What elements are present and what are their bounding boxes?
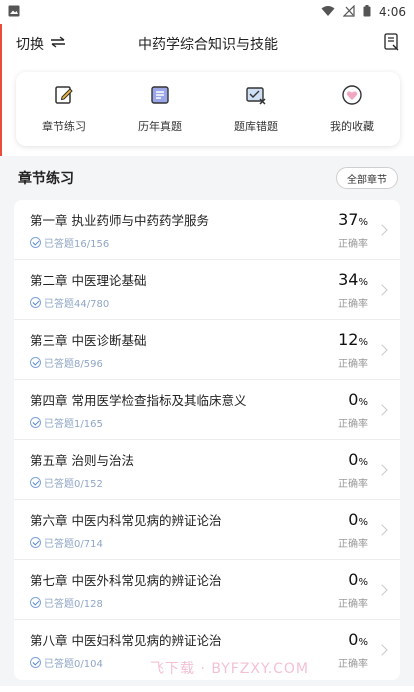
no-signal-icon <box>342 4 355 20</box>
chapter-title: 第七章 中医外科常见病的辨证论治 <box>30 572 222 588</box>
edit-note-icon <box>53 84 75 110</box>
chapter-row[interactable]: 第七章 中医外科常见病的辨证论治 已答题0/128 0% 正确率 <box>14 560 400 620</box>
chapter-title: 第四章 常用医学检查指标及其临床意义 <box>30 392 247 408</box>
answered-count: 已答题44/780 <box>44 298 110 310</box>
accuracy-label: 正确率 <box>338 659 368 670</box>
quick-action-chapter-practice[interactable]: 章节练习 <box>19 84 109 134</box>
quick-actions-card: 章节练习 历年真题 题库错题 我的收藏 <box>16 72 400 146</box>
clock: 4:06 <box>379 5 406 19</box>
chapter-row[interactable]: 第五章 治则与治法 已答题0/152 0% 正确率 <box>14 440 400 500</box>
quick-action-favorites[interactable]: 我的收藏 <box>307 84 397 134</box>
switch-label: 切换 <box>16 37 44 53</box>
answered-count: 已答题1/165 <box>44 418 103 430</box>
chapter-row[interactable]: 第三章 中医诊断基础 已答题8/596 12% 正确率 <box>14 320 400 380</box>
status-bar: 4:06 <box>0 0 414 24</box>
chevron-right-icon <box>376 583 388 596</box>
quick-action-label: 题库错题 <box>234 120 278 133</box>
accuracy-percent: 0% <box>348 389 368 409</box>
accuracy-label: 正确率 <box>338 478 368 490</box>
answered-count: 已答题8/596 <box>44 358 103 370</box>
quick-action-wrong-questions[interactable]: 题库错题 <box>211 84 301 134</box>
check-circle-icon <box>30 596 41 608</box>
exam-paper-icon <box>149 84 171 110</box>
accuracy-percent: 0% <box>348 569 368 589</box>
quick-actions-area: 章节练习 历年真题 题库错题 我的收藏 <box>0 64 414 156</box>
accuracy-label: 正确率 <box>338 538 368 550</box>
chapter-list: 第一章 执业药师与中药药学服务 已答题16/156 37% 正确率 第二章 中医… <box>14 200 400 680</box>
accuracy-percent: 34% <box>338 269 368 289</box>
chapter-row[interactable]: 第六章 中医内科常见病的辨证论治 已答题0/714 0% 正确率 <box>14 500 400 560</box>
chapter-title: 第三章 中医诊断基础 <box>30 332 147 348</box>
check-circle-icon <box>30 476 41 488</box>
wifi-icon <box>321 5 335 20</box>
chapter-row[interactable]: 第一章 执业药师与中药药学服务 已答题16/156 37% 正确率 <box>14 200 400 260</box>
answered-count: 已答题0/104 <box>44 659 103 670</box>
chevron-right-icon <box>376 343 388 356</box>
battery-icon <box>363 4 371 20</box>
answered-count: 已答题0/128 <box>44 598 103 610</box>
heart-icon <box>341 84 363 110</box>
swap-arrows-icon <box>50 36 66 52</box>
chapter-title: 第五章 治则与治法 <box>30 452 134 468</box>
check-circle-icon <box>30 296 41 308</box>
chevron-right-icon <box>376 223 388 236</box>
accuracy-percent: 12% <box>338 329 368 349</box>
accuracy-percent: 0% <box>348 449 368 469</box>
chapter-section-header: 章节练习 全部章节 <box>0 156 414 200</box>
watermark: 飞下载 · BYFZXY.COM <box>150 661 310 677</box>
switch-button[interactable]: 切换 <box>16 34 66 54</box>
wrong-answers-icon <box>245 84 267 110</box>
check-circle-icon <box>30 657 41 668</box>
accuracy-percent: 0% <box>348 509 368 529</box>
app-bar: 切换 中药学综合知识与技能 <box>0 24 414 64</box>
answered-count: 已答题16/156 <box>44 238 110 250</box>
bottom-nav-peek <box>0 686 414 692</box>
quick-action-label: 我的收藏 <box>330 120 374 133</box>
chapter-title: 第一章 执业药师与中药药学服务 <box>30 212 209 228</box>
page-title: 中药学综合知识与技能 <box>138 37 278 53</box>
accuracy-percent: 37% <box>338 209 368 229</box>
accuracy-label: 正确率 <box>338 418 368 430</box>
accuracy-label: 正确率 <box>338 298 368 310</box>
accuracy-label: 正确率 <box>338 238 368 250</box>
chapter-row[interactable]: 第四章 常用医学检查指标及其临床意义 已答题1/165 0% 正确率 <box>14 380 400 440</box>
quick-action-label: 章节练习 <box>42 120 86 133</box>
answered-count: 已答题0/714 <box>44 538 103 550</box>
accuracy-label: 正确率 <box>338 358 368 370</box>
chapter-title: 第二章 中医理论基础 <box>30 272 147 288</box>
check-circle-icon <box>30 416 41 428</box>
gallery-notification-icon <box>8 5 20 20</box>
chevron-right-icon <box>376 403 388 416</box>
chevron-right-icon <box>376 463 388 476</box>
answered-count: 已答题0/152 <box>44 478 103 490</box>
check-circle-icon <box>30 536 41 548</box>
notes-icon[interactable] <box>384 33 400 55</box>
quick-action-past-exams[interactable]: 历年真题 <box>115 84 205 134</box>
quick-action-label: 历年真题 <box>138 120 182 133</box>
section-title: 章节练习 <box>18 171 74 187</box>
chapter-row[interactable]: 第二章 中医理论基础 已答题44/780 34% 正确率 <box>14 260 400 320</box>
chapter-title: 第六章 中医内科常见病的辨证论治 <box>30 512 222 528</box>
accuracy-label: 正确率 <box>338 598 368 610</box>
check-circle-icon <box>30 236 41 248</box>
chapter-title: 第八章 中医妇科常见病的辨证论治 <box>30 633 222 648</box>
accuracy-percent: 0% <box>348 630 368 649</box>
check-circle-icon <box>30 356 41 368</box>
chevron-right-icon <box>376 523 388 536</box>
all-chapters-button[interactable]: 全部章节 <box>336 167 398 189</box>
chevron-right-icon <box>376 644 388 656</box>
chevron-right-icon <box>376 283 388 296</box>
